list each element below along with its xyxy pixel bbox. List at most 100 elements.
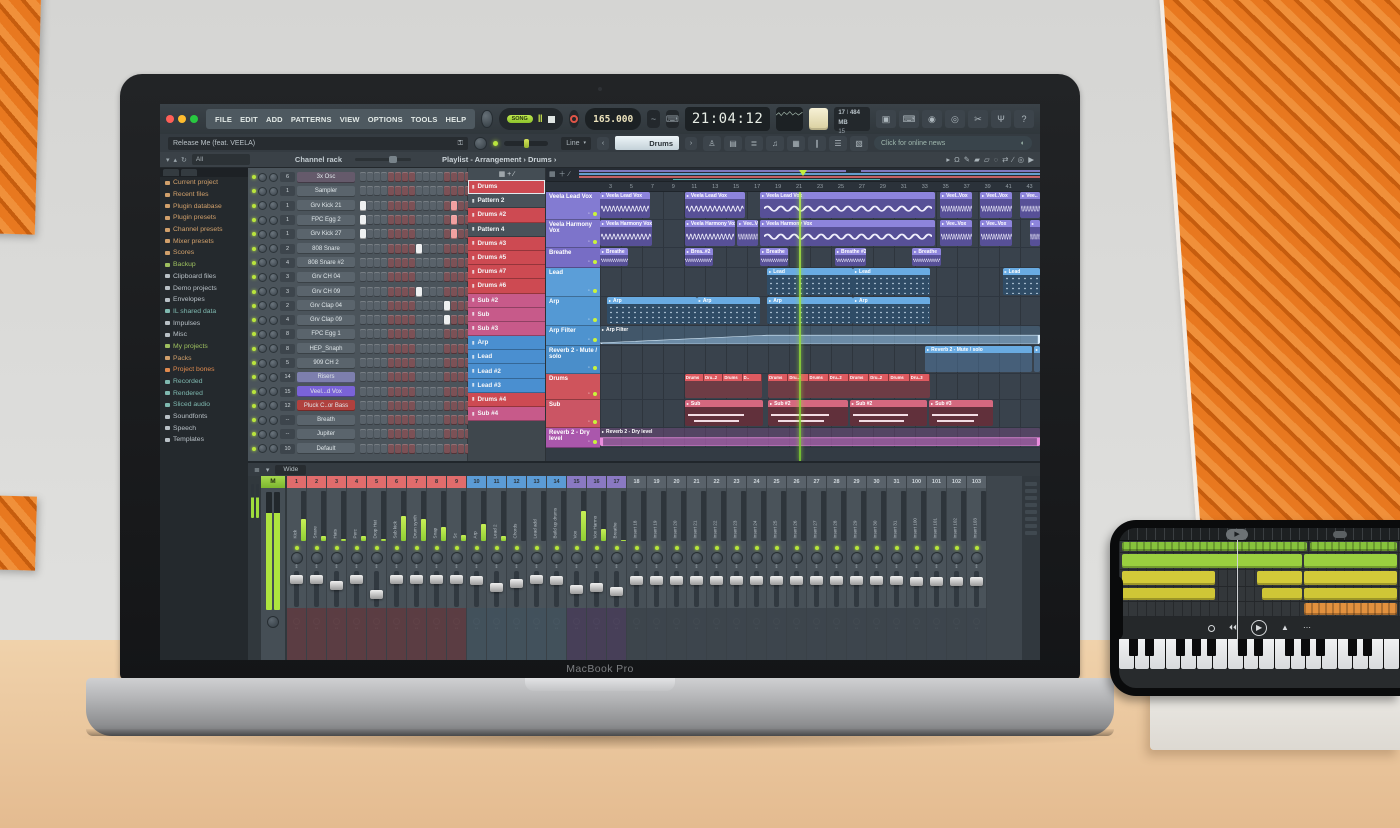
pattern-minus-button[interactable]: ‹ [597,137,609,150]
step-cell[interactable] [430,287,436,297]
strip-fader[interactable] [794,571,799,607]
step-cell[interactable] [381,258,387,268]
step-cell[interactable] [444,387,450,397]
step-cell[interactable] [360,301,366,311]
strip-number[interactable]: 10 [467,476,486,488]
fader-handle[interactable] [570,585,583,594]
mixer-strip[interactable]: 30 Insert 30 ⇕ [867,476,887,660]
pattern-item[interactable]: ▮ Drums #6 [468,279,545,293]
strip-number[interactable]: 12 [507,476,526,488]
step-cell[interactable] [381,387,387,397]
track-mute-led[interactable] [593,366,597,370]
close-window-button[interactable] [166,115,174,123]
channel-volume-knob[interactable] [269,359,278,368]
channel-led[interactable] [252,361,256,365]
step-cell[interactable] [409,229,415,239]
step-cell[interactable] [458,401,464,411]
channel-volume-knob[interactable] [269,387,278,396]
channel-pan-knob[interactable] [258,230,267,239]
collapse-icon[interactable]: ▾ [166,156,170,164]
channel-button[interactable]: Grv Kick 27 [297,229,355,240]
strip-number[interactable]: 20 [667,476,686,488]
piano-black-key[interactable] [1176,639,1185,656]
browser-item[interactable]: Current project [160,177,248,189]
strip-led[interactable] [915,546,919,550]
up-icon[interactable]: ▴ [174,156,178,164]
cut-icon[interactable]: ✂ [968,110,988,128]
mixer-strip[interactable]: 12 Chords ⇕ [507,476,527,660]
channel-pan-knob[interactable] [258,316,267,325]
strip-number[interactable]: 27 [807,476,826,488]
step-cell[interactable] [374,258,380,268]
step-cell[interactable] [374,287,380,297]
mixer-strip[interactable]: 3 Hats ⇕ [327,476,347,660]
pattern-item[interactable]: ▮ Drums #7 [468,265,545,279]
pattern-item[interactable]: ▮ Sub #3 [468,322,545,336]
track-header[interactable]: Veela Lead Vox ◦ [546,192,600,220]
phone-loop-marker[interactable] [1333,531,1347,538]
step-cell[interactable] [458,244,464,254]
strip-pan-knob[interactable] [751,552,763,564]
browser-item[interactable]: Project bones [160,364,248,376]
fader-handle[interactable] [630,576,643,585]
step-cell[interactable] [444,215,450,225]
browser-item[interactable]: Packs [160,352,248,364]
strip-route-arrows[interactable]: ⇕ [714,564,718,571]
step-cell[interactable] [437,172,443,182]
save-icon[interactable]: ▣ [876,110,896,128]
strip-led[interactable] [935,546,939,550]
step-cell[interactable] [409,215,415,225]
step-cell[interactable] [374,215,380,225]
slice-icon[interactable]: ∕ [1012,155,1013,164]
playlist-clip[interactable]: ▸ Vee..Vox [737,220,758,246]
pattern-item[interactable]: ▮ Drums #3 [468,237,545,251]
step-cell[interactable] [444,315,450,325]
fader-handle[interactable] [470,576,483,585]
browser-item[interactable]: My projects [160,341,248,353]
track-lane[interactable]: ▸ Reverb 2 - Mute / solo [600,346,1040,374]
playlist-clip[interactable]: ▸ Brea..#2 [685,248,713,266]
step-cell[interactable] [360,315,366,325]
channel-volume-knob[interactable] [269,316,278,325]
channel-led[interactable] [252,204,256,208]
playlist-minimap[interactable]: ▦＋∕ [546,168,1040,182]
step-cell[interactable] [374,172,380,182]
track-lane[interactable]: ▸ Breathe [600,248,1040,268]
strip-pan-knob[interactable] [471,552,483,564]
mixer-strip[interactable]: 20 Insert 20 ⇕ [667,476,687,660]
channel-led[interactable] [252,218,256,222]
step-cell[interactable] [416,444,422,454]
step-cell[interactable] [416,201,422,211]
track-header[interactable]: Reverb 2 - Dry level ◦ [546,428,600,448]
zoom-icon[interactable]: ◎ [1018,155,1025,164]
step-cell[interactable] [360,358,366,368]
pattern-item[interactable]: ▮ Pattern 2 [468,194,545,208]
step-cell[interactable] [395,372,401,382]
strip-led[interactable] [715,546,719,550]
channel-pan-knob[interactable] [258,287,267,296]
step-cell[interactable] [437,272,443,282]
playlist-clip[interactable]: ▸ Sub #2 [768,400,848,426]
step-cell[interactable] [416,415,422,425]
strip-number[interactable]: 5 [367,476,386,488]
strip-pan-knob[interactable] [871,552,883,564]
browser-item[interactable]: Misc [160,329,248,341]
step-cell[interactable] [367,387,373,397]
pencil-icon[interactable]: ✎ [964,155,970,164]
playlist-clip[interactable]: ▸ [1030,220,1040,246]
channel-volume-knob[interactable] [269,244,278,253]
step-cell[interactable] [437,372,443,382]
strip-route-arrows[interactable]: ⇕ [514,564,518,571]
strip-number[interactable]: 3 [327,476,346,488]
track-lane[interactable]: ▸ Reverb 2 - Dry level [600,428,1040,448]
step-cell[interactable] [437,415,443,425]
step-cell[interactable] [395,244,401,254]
strip-pan-knob[interactable] [931,552,943,564]
strip-pan-knob[interactable] [491,552,503,564]
strip-fader[interactable] [594,571,599,607]
step-cell[interactable] [458,186,464,196]
step-cell[interactable] [395,344,401,354]
piano-roll-icon[interactable]: ♫ [766,136,784,151]
channel-volume-knob[interactable] [269,230,278,239]
browser-item[interactable]: Scores [160,247,248,259]
